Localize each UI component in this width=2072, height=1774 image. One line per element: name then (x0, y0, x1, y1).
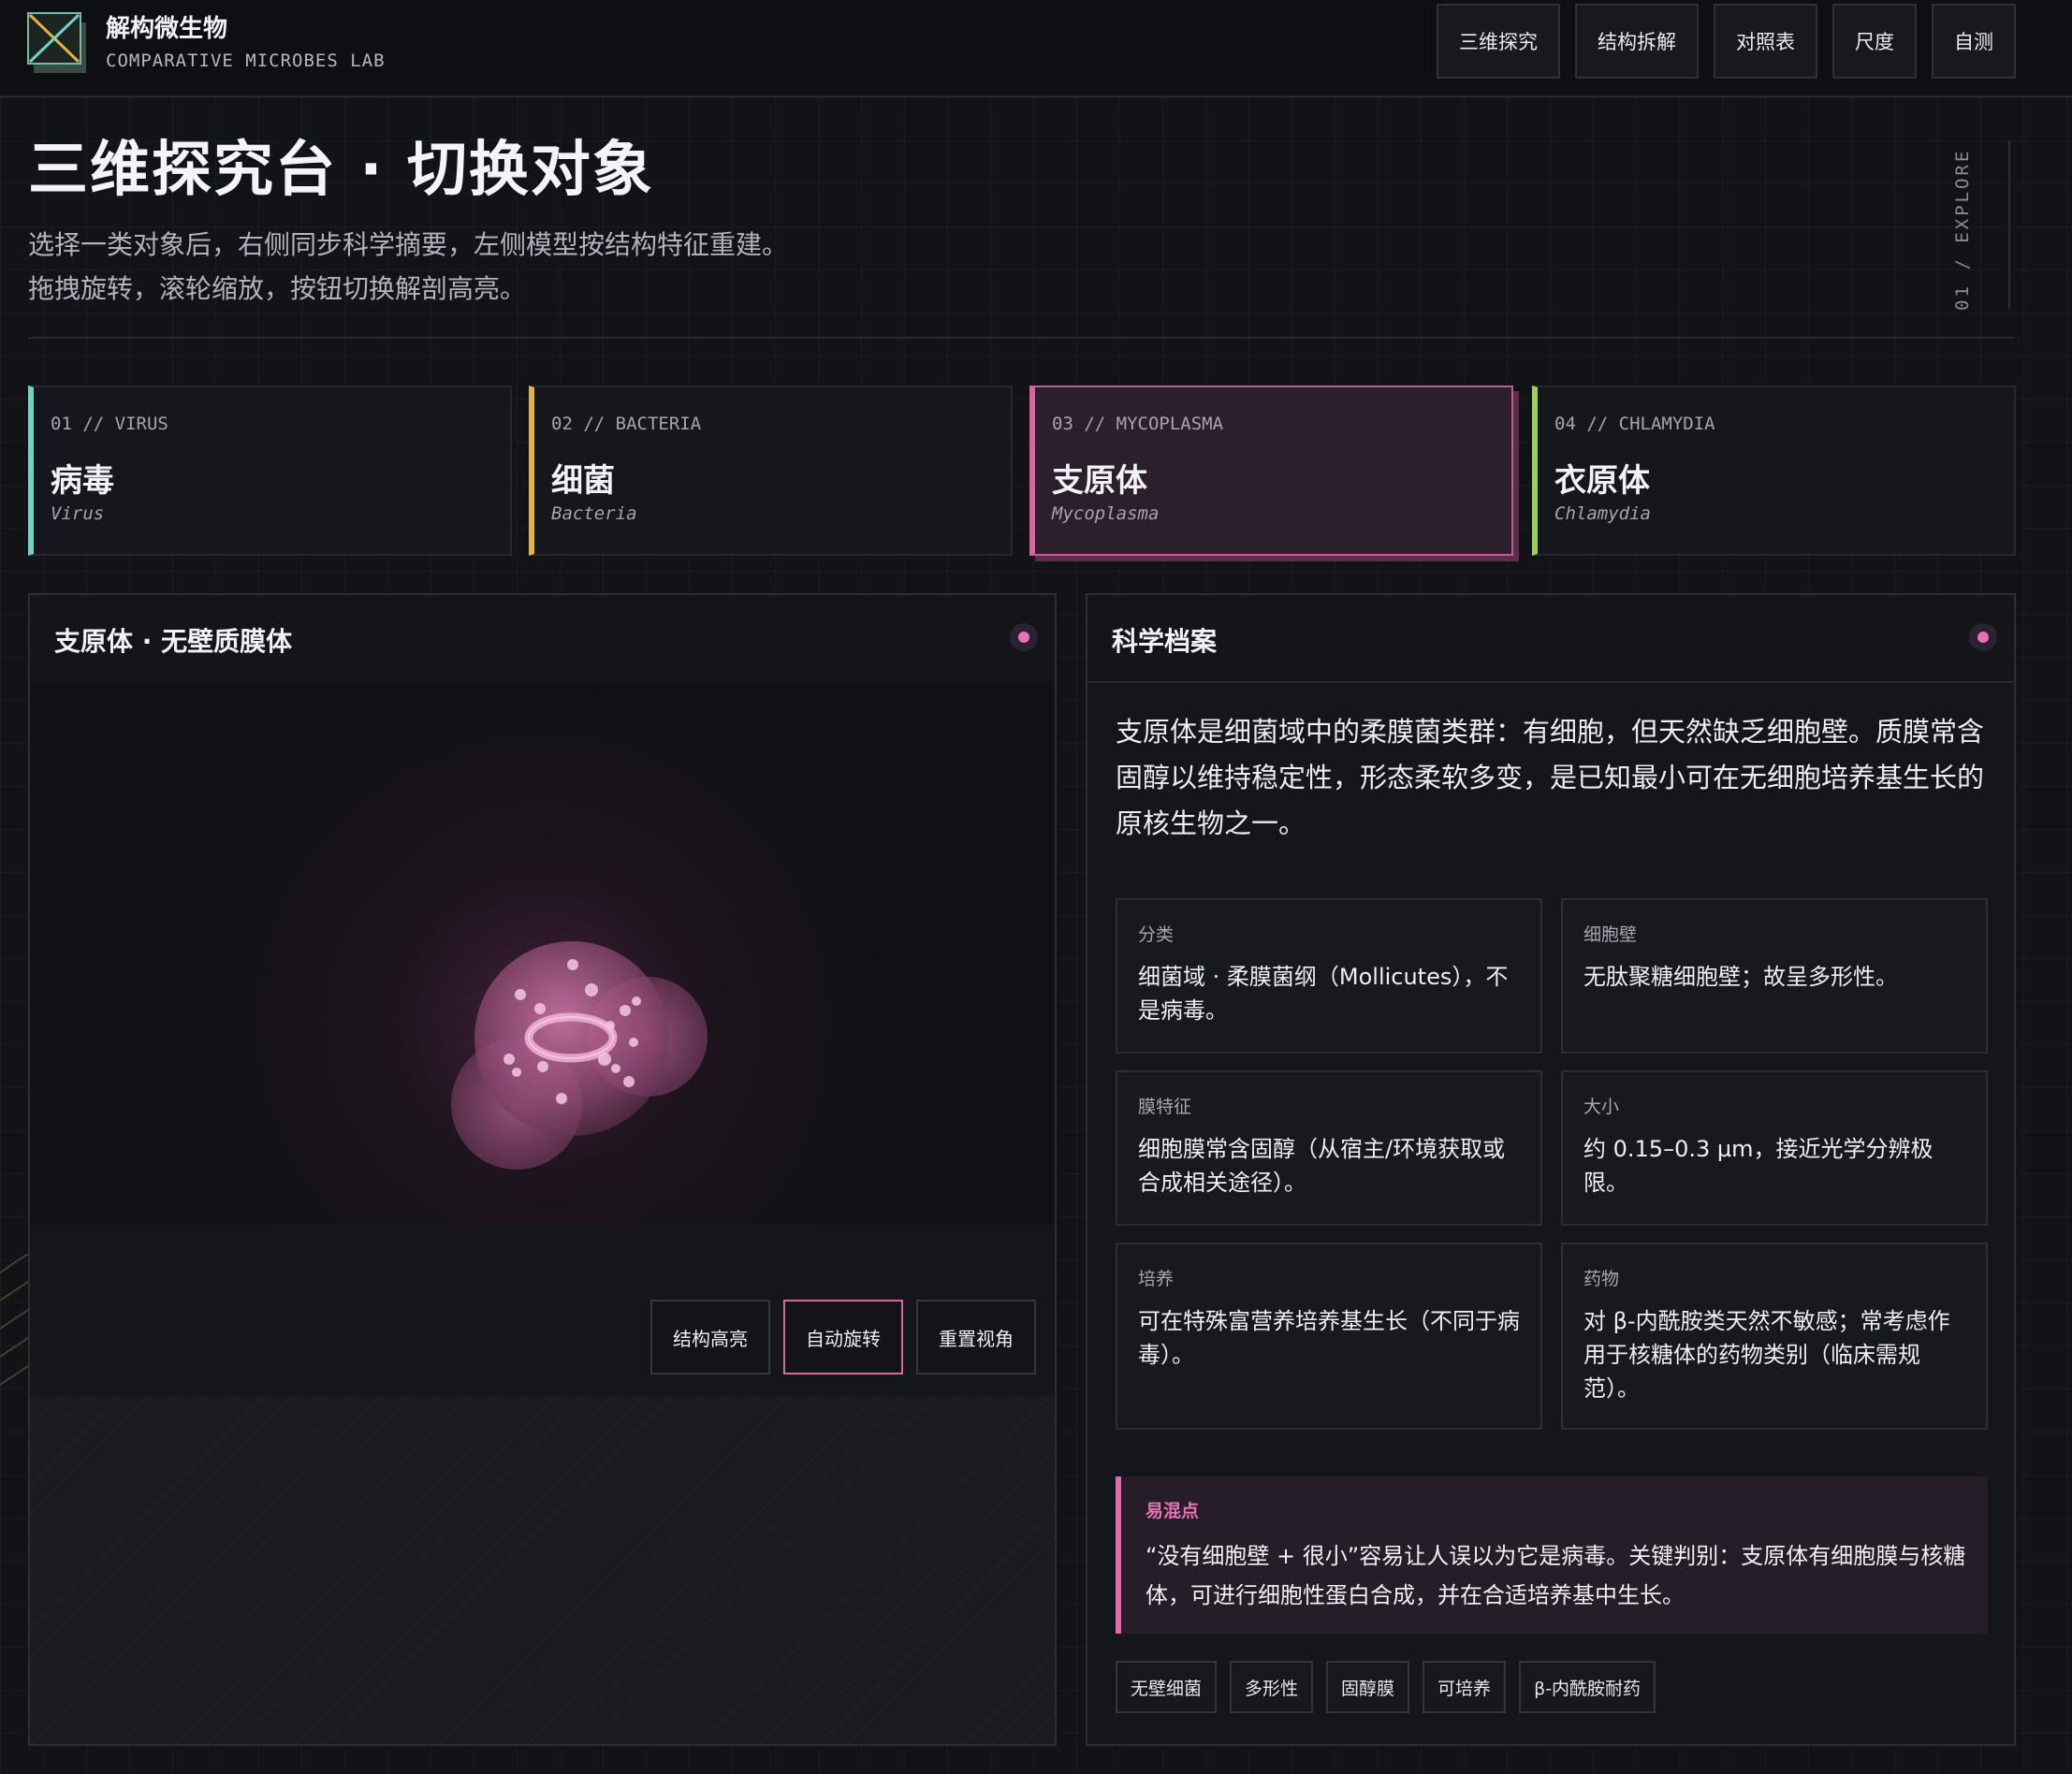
fact-culture: 培养 可在特殊富营养培养基生长（不同于病毒）。 (1116, 1243, 1542, 1430)
3d-canvas[interactable] (30, 681, 1055, 1224)
science-profile-panel: 科学档案 支原体是细菌域中的柔膜菌类群：有细胞，但天然缺乏细胞壁。质膜常含固醇以… (1086, 593, 2016, 1746)
fact-label: 细胞壁 (1583, 924, 1638, 945)
tag: β-内酰胺耐药 (1519, 1661, 1656, 1713)
divider (28, 337, 2015, 339)
fact-size: 大小 约 0.15–0.3 µm，接近光学分辨极限。 (1561, 1070, 1988, 1226)
tag: 多形性 (1230, 1661, 1314, 1713)
nav-structure[interactable]: 结构拆解 (1575, 4, 1699, 79)
fact-value: 无肽聚糖细胞壁；故呈多形性。 (1583, 964, 1898, 990)
viewer-header: 支原体 · 无壁质膜体 (30, 595, 1055, 683)
fact-label: 药物 (1583, 1269, 1620, 1289)
tag-list: 无壁细菌 多形性 固醇膜 可培养 β-内酰胺耐药 (1116, 1661, 1656, 1713)
card-bacteria[interactable]: 02 // BACTERIA 细菌 Bacteria (529, 385, 1013, 556)
card-name: 支原体 (1052, 462, 1147, 500)
brand-title: 解构微生物 (106, 15, 228, 43)
fact-membrane: 膜特征 细胞膜常含固醇（从宿主/环境获取或合成相关途径）。 (1116, 1070, 1542, 1226)
info-header: 科学档案 (1087, 595, 2014, 683)
main-nav: 三维探究 结构拆解 对照表 尺度 自测 (1437, 4, 2016, 79)
status-dot-icon (1010, 623, 1038, 651)
callout-label: 易混点 (1145, 1501, 1200, 1521)
nav-comparison[interactable]: 对照表 (1714, 4, 1817, 79)
viewer-footer-area (30, 1396, 1055, 1744)
summary-text: 支原体是细菌域中的柔膜菌类群：有细胞，但天然缺乏细胞壁。质膜常含固醇以维持稳定性… (1116, 716, 1985, 839)
nav-scale[interactable]: 尺度 (1832, 4, 1917, 79)
reset-view-button[interactable]: 重置视角 (916, 1300, 1036, 1374)
organism-selector: 01 // VIRUS 病毒 Virus 02 // BACTERIA 细菌 B… (28, 385, 2016, 556)
tag: 固醇膜 (1326, 1661, 1410, 1713)
description-line-1: 选择一类对象后，右侧同步科学摘要，左侧模型按结构特征重建。 (28, 229, 789, 260)
tag: 可培养 (1423, 1661, 1507, 1713)
card-name: 衣原体 (1554, 462, 1650, 500)
card-number: 02 // BACTERIA (551, 414, 702, 434)
fact-label: 培养 (1138, 1269, 1175, 1289)
card-number: 04 // CHLAMYDIA (1554, 414, 1715, 434)
auto-rotate-button[interactable]: 自动旋转 (783, 1300, 903, 1374)
card-mycoplasma[interactable]: 03 // MYCOPLASMA 支原体 Mycoplasma (1029, 385, 1513, 556)
model-viewer-panel: 支原体 · 无壁质膜体 结构高亮 自动旋转 重置视角 (28, 593, 1057, 1746)
card-number: 01 // VIRUS (51, 414, 168, 434)
card-name: 细菌 (551, 462, 615, 500)
card-latin: Chlamydia (1554, 503, 1651, 524)
nav-3d-explore[interactable]: 三维探究 (1437, 4, 1560, 79)
fact-label: 膜特征 (1138, 1097, 1192, 1117)
fact-cell-wall: 细胞壁 无肽聚糖细胞壁；故呈多形性。 (1561, 898, 1988, 1054)
viewer-title: 支原体 · 无壁质膜体 (54, 626, 293, 657)
card-virus[interactable]: 01 // VIRUS 病毒 Virus (28, 385, 512, 556)
membrane-body (474, 941, 669, 1136)
fact-value: 对 β-内酰胺类天然不敏感；常考虑作用于核糖体的药物类别（临床需规范）。 (1583, 1308, 1950, 1402)
mycoplasma-model (451, 941, 708, 1170)
fact-value: 约 0.15–0.3 µm，接近光学分辨极限。 (1583, 1136, 1933, 1196)
card-latin: Bacteria (551, 503, 637, 524)
fact-label: 分类 (1138, 924, 1175, 945)
card-number: 03 // MYCOPLASMA (1052, 414, 1224, 434)
info-title: 科学档案 (1112, 626, 1218, 657)
misconception-callout: 易混点 “没有细胞壁 + 很小”容易让人误以为它是病毒。关键判别：支原体有细胞膜… (1116, 1476, 1988, 1634)
highlight-structure-button[interactable]: 结构高亮 (650, 1300, 770, 1374)
section-marker-text: 01 / EXPLORE (1952, 148, 1973, 311)
viewer-controls: 结构高亮 自动旋转 重置视角 (650, 1300, 1036, 1374)
section-marker: 01 / EXPLORE (1952, 140, 2010, 311)
fact-value: 细菌域 · 柔膜菌纲（Mollicutes），不是病毒。 (1138, 964, 1509, 1024)
status-dot-icon (1969, 623, 1997, 651)
fact-label: 大小 (1583, 1097, 1620, 1117)
fact-drugs: 药物 对 β-内酰胺类天然不敏感；常考虑作用于核糖体的药物类别（临床需规范）。 (1561, 1243, 1988, 1430)
tag: 无壁细菌 (1116, 1661, 1218, 1713)
fact-value: 可在特殊富营养培养基生长（不同于病毒）。 (1138, 1308, 1520, 1368)
brand-subtitle: COMPARATIVE MICROBES LAB (106, 51, 386, 71)
card-latin: Virus (51, 503, 105, 524)
description-line-2: 拖拽旋转，滚轮缩放，按钮切换解剖高亮。 (28, 273, 527, 304)
page-title: 三维探究台 · 切换对象 (28, 136, 654, 205)
card-latin: Mycoplasma (1052, 503, 1160, 524)
page-description: 选择一类对象后，右侧同步科学摘要，左侧模型按结构特征重建。 拖拽旋转，滚轮缩放，… (28, 223, 788, 311)
fact-value: 细胞膜常含固醇（从宿主/环境获取或合成相关途径）。 (1138, 1136, 1506, 1196)
logo-icon (27, 12, 86, 73)
callout-text: “没有细胞壁 + 很小”容易让人误以为它是病毒。关键判别：支原体有细胞膜与核糖体… (1145, 1543, 1966, 1608)
fact-classification: 分类 细菌域 · 柔膜菌纲（Mollicutes），不是病毒。 (1116, 898, 1542, 1054)
nav-quiz[interactable]: 自测 (1932, 4, 2016, 79)
card-name: 病毒 (51, 462, 114, 500)
top-bar: 解构微生物 COMPARATIVE MICROBES LAB 三维探究 结构拆解… (0, 0, 2072, 97)
decorative-lines (0, 1254, 28, 1386)
card-chlamydia[interactable]: 04 // CHLAMYDIA 衣原体 Chlamydia (1532, 385, 2016, 556)
